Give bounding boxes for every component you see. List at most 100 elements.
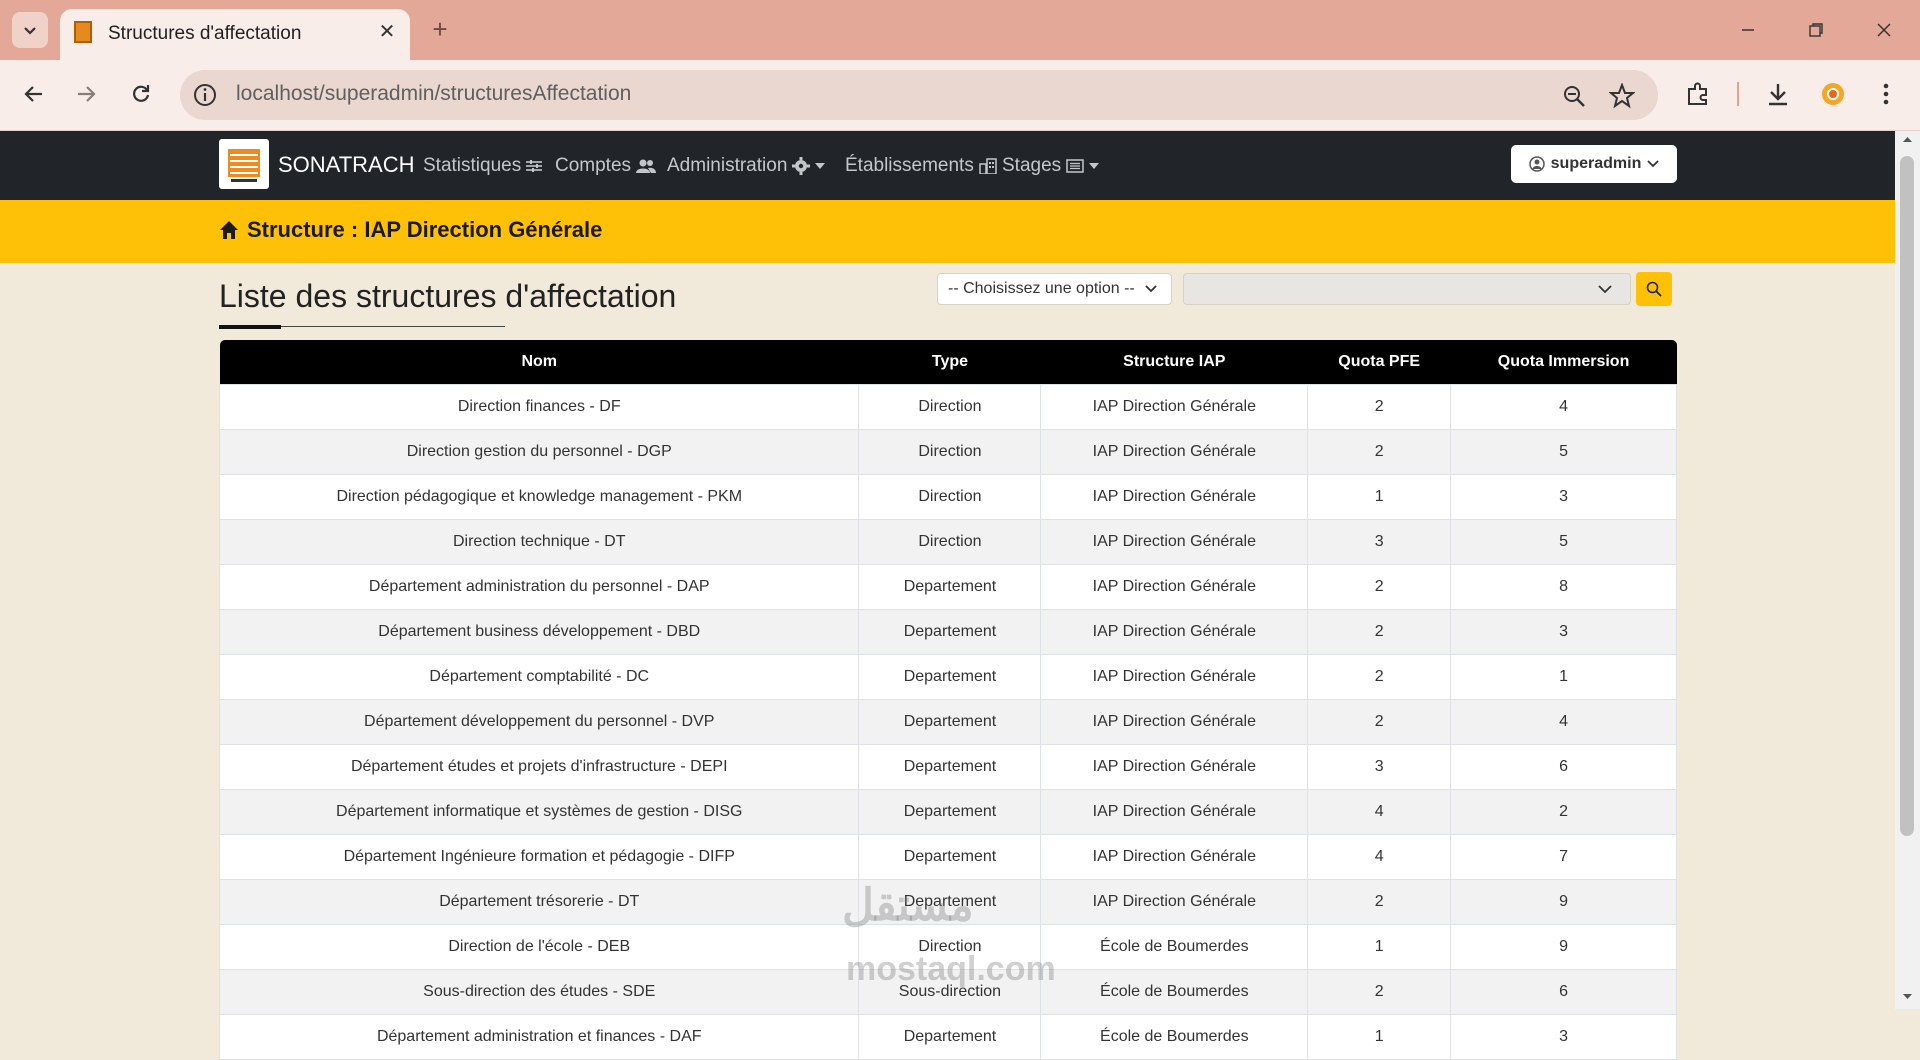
nav-statistiques-label: Statistiques <box>423 155 522 176</box>
cell-nom: Département études et projets d'infrastr… <box>218 744 860 790</box>
new-tab-button[interactable]: + <box>425 15 455 45</box>
col-header-nom[interactable]: Nom <box>219 340 859 385</box>
nav-stages[interactable]: Stages <box>1002 155 1100 177</box>
sonatrach-logo[interactable] <box>219 139 269 189</box>
cell-quota-immersion: 9 <box>1450 879 1677 925</box>
caret-down-icon <box>815 163 826 169</box>
table-row[interactable]: Département études et projets d'infrastr… <box>218 744 1677 790</box>
cell-quota-immersion: 5 <box>1450 429 1677 475</box>
table-row[interactable]: Département Ingénieure formation et péda… <box>218 834 1677 880</box>
close-icon <box>1877 23 1891 37</box>
cell-quota-immersion: 4 <box>1450 384 1677 430</box>
bookmark-star-icon[interactable] <box>1608 82 1636 110</box>
puzzle-icon <box>1688 82 1707 105</box>
extensions-button[interactable] <box>1680 76 1716 112</box>
cell-structure-iap: IAP Direction Générale <box>1040 834 1309 880</box>
cell-structure-iap: IAP Direction Générale <box>1040 564 1309 610</box>
table-row[interactable]: Département développement du personnel -… <box>218 699 1677 745</box>
browser-menu-button[interactable] <box>1868 76 1904 112</box>
nav-statistiques[interactable]: Statistiques <box>423 155 543 177</box>
table-row[interactable]: Direction gestion du personnel - DGP Dire… <box>218 429 1677 475</box>
cell-structure-iap: IAP Direction Générale <box>1040 429 1309 475</box>
page-scrollbar[interactable] <box>1895 131 1920 1009</box>
nav-comptes[interactable]: Comptes <box>555 155 657 177</box>
cell-type: Departement <box>858 789 1042 835</box>
search-button[interactable] <box>1636 272 1672 306</box>
tab-title: Structures d'affectation <box>108 23 302 44</box>
cell-nom: Département comptabilité - DC <box>218 654 860 700</box>
arrow-right-icon <box>78 86 96 102</box>
scrollbar-thumb[interactable] <box>1900 156 1914 836</box>
caret-down-icon <box>1089 163 1100 169</box>
close-window-button[interactable] <box>1864 14 1904 46</box>
cell-quota-immersion: 3 <box>1450 1014 1677 1060</box>
filter-select-value: -- Choisissez une option -- <box>948 280 1135 297</box>
profile-avatar[interactable] <box>1815 76 1851 112</box>
user-menu-button[interactable]: superadmin <box>1511 145 1677 183</box>
back-button[interactable] <box>16 76 52 112</box>
filter-field-select[interactable]: -- Choisissez une option -- <box>937 273 1172 305</box>
table-row[interactable]: Département comptabilité - DC Departement… <box>218 654 1677 700</box>
list-card-icon <box>1066 159 1084 173</box>
forward-button[interactable] <box>68 76 104 112</box>
col-header-quota-pfe[interactable]: Quota PFE <box>1307 340 1451 385</box>
cell-quota-immersion: 6 <box>1450 969 1677 1015</box>
brand-name[interactable]: SONATRACH <box>278 152 415 178</box>
nav-etablissements[interactable]: Établissements <box>845 155 997 177</box>
cell-quota-immersion: 8 <box>1450 564 1677 610</box>
structure-title: Structure : IAP Direction Générale <box>219 217 602 243</box>
table-row[interactable]: Direction finances - DF Direction IAP Dire… <box>218 384 1677 430</box>
minimize-button[interactable] <box>1728 14 1768 46</box>
browser-tab[interactable]: Structures d'affectation ✕ <box>60 9 410 60</box>
zoom-icon[interactable] <box>1560 82 1588 110</box>
table-row[interactable]: Direction technique - DT Direction IAP Dir… <box>218 519 1677 565</box>
table-row[interactable]: Département informatique et systèmes de … <box>218 789 1677 835</box>
cell-nom: Département business développement - DBD <box>218 609 860 655</box>
cell-quota-pfe: 1 <box>1307 1014 1452 1060</box>
nav-administration[interactable]: Administration <box>667 155 826 177</box>
cell-quota-immersion: 5 <box>1450 519 1677 565</box>
col-header-structure-iap[interactable]: Structure IAP <box>1040 340 1308 385</box>
minimize-icon <box>1742 29 1754 31</box>
col-header-quota-immersion[interactable]: Quota Immersion <box>1450 340 1677 385</box>
search-icon <box>1646 281 1662 297</box>
scroll-up-icon[interactable] <box>1895 131 1920 147</box>
cell-type: Departement <box>858 1014 1042 1060</box>
url-text[interactable]: localhost/superadmin/structuresAffectati… <box>236 82 631 106</box>
close-tab-icon[interactable]: ✕ <box>374 19 400 45</box>
col-header-type[interactable]: Type <box>858 340 1041 385</box>
reload-button[interactable] <box>123 76 159 112</box>
cell-structure-iap: École de Boumerdes <box>1040 969 1309 1015</box>
address-bar[interactable]: localhost/superadmin/structuresAffectati… <box>180 70 1658 120</box>
gear-icon <box>792 157 811 175</box>
table-row[interactable]: Département business développement - DBD… <box>218 609 1677 655</box>
favicon-icon <box>74 21 92 43</box>
cell-nom: Département trésorerie - DT <box>218 879 860 925</box>
scroll-down-icon[interactable] <box>1895 989 1920 1005</box>
cell-quota-immersion: 4 <box>1450 699 1677 745</box>
building-icon <box>979 158 997 174</box>
cell-type: Direction <box>858 429 1042 475</box>
chevron-down-icon <box>1598 285 1612 294</box>
cell-quota-pfe: 2 <box>1307 969 1452 1015</box>
chevron-down-icon <box>1647 160 1659 168</box>
filter-value-select[interactable] <box>1183 273 1631 305</box>
cell-nom: Département développement du personnel -… <box>218 699 860 745</box>
cell-structure-iap: IAP Direction Générale <box>1040 474 1309 520</box>
restore-button[interactable] <box>1796 14 1836 46</box>
cell-type: Departement <box>858 609 1042 655</box>
cell-nom: Département administration du personnel … <box>218 564 860 610</box>
site-info-icon[interactable] <box>192 82 218 108</box>
cell-quota-pfe: 2 <box>1307 564 1452 610</box>
browser-toolbar: localhost/superadmin/structuresAffectati… <box>0 60 1920 131</box>
cell-structure-iap: IAP Direction Générale <box>1040 519 1309 565</box>
title-underline-accent <box>219 325 281 329</box>
table-row[interactable]: Département administration et finances -… <box>218 1014 1677 1060</box>
more-vertical-icon <box>1883 83 1889 105</box>
table-row[interactable]: Département administration du personnel … <box>218 564 1677 610</box>
browser-tab-bar: Structures d'affectation ✕ + <box>0 0 1920 60</box>
cell-nom: Direction pédagogique et knowledge manag… <box>218 474 860 520</box>
tab-list-button[interactable] <box>12 12 48 48</box>
downloads-button[interactable] <box>1760 76 1796 112</box>
table-row[interactable]: Direction pédagogique et knowledge manag… <box>218 474 1677 520</box>
